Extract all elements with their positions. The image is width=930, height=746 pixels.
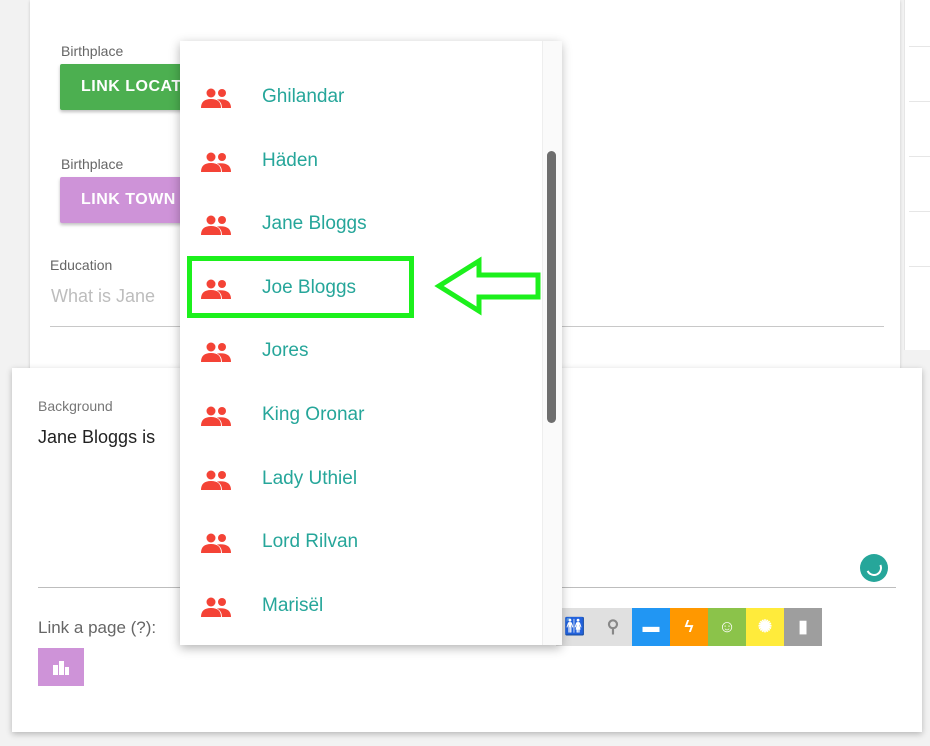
building-icon[interactable] [38, 648, 84, 686]
people-icon [201, 597, 231, 617]
people-icon [201, 88, 231, 108]
page-type-toolbar: 🚻 ⚲ ▬ ϟ ☺ ✺ ▮ [556, 608, 822, 646]
dropdown-item-haden[interactable]: Häden [180, 129, 540, 193]
background-label: Background [38, 398, 113, 414]
link-dropdown-menu: Ghilandar Häden Jane Bloggs Joe Bloggs J… [180, 41, 562, 645]
dropdown-item-label: Ghilandar [262, 86, 345, 107]
sun-icon[interactable]: ✺ [746, 608, 784, 646]
link-page-label: Link a page (?): [38, 618, 157, 637]
dropdown-item-jane-bloggs[interactable]: Jane Bloggs [180, 192, 540, 256]
dropdown-item-lord-rilvan[interactable]: Lord Rilvan [180, 510, 540, 574]
bolt-icon[interactable]: ϟ [670, 608, 708, 646]
dropdown-item-label: Jane Bloggs [262, 213, 367, 234]
location-pin-icon[interactable]: ⚲ [594, 608, 632, 646]
dropdown-item-label: Lord Rilvan [262, 531, 359, 552]
dropdown-item-ghilandar[interactable]: Ghilandar [180, 65, 540, 129]
education-label: Education [50, 257, 113, 273]
education-input[interactable]: What is Jane [51, 286, 155, 307]
people-icon [201, 406, 231, 426]
dropdown-item-label: King Oronar [262, 404, 365, 425]
dropdown-item-label: Lady Uthiel [262, 468, 358, 489]
dropdown-item-king-oronar[interactable]: King Oronar [180, 383, 540, 447]
chat-icon[interactable]: ▬ [632, 608, 670, 646]
right-side-panel [904, 0, 930, 350]
dropdown-scrollbar-thumb[interactable] [547, 151, 556, 423]
loading-spinner-icon [860, 554, 888, 582]
book-icon[interactable]: ▮ [784, 608, 822, 646]
highlight-box [187, 256, 414, 318]
birthplace-label: Birthplace [61, 43, 124, 59]
people-icon [201, 215, 231, 235]
dropdown-item-marisel[interactable]: Marisël [180, 574, 540, 638]
dropdown-item-label: Marisël [262, 595, 324, 616]
dropdown-item-label: Häden [262, 150, 318, 171]
people-icon [201, 470, 231, 490]
face-icon[interactable]: ☺ [708, 608, 746, 646]
people-icon [201, 342, 231, 362]
background-textarea[interactable]: Jane Bloggs is [38, 427, 155, 448]
people-icon [201, 152, 231, 172]
people-icon [201, 533, 231, 553]
dropdown-item-label: Jores [262, 340, 309, 361]
highlight-arrow-icon [434, 256, 541, 316]
birthplace-label-2: Birthplace [61, 156, 124, 172]
dropdown-item-lady-uthiel[interactable]: Lady Uthiel [180, 447, 540, 511]
dropdown-item-jores[interactable]: Jores [180, 319, 540, 383]
